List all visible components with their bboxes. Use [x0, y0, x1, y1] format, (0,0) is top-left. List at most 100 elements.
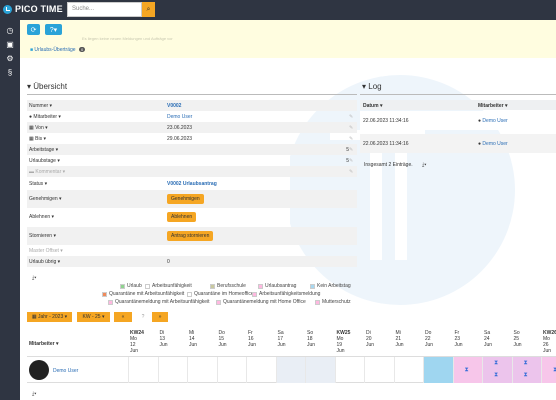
overview-row-label[interactable]: ● Mitarbeiter ▾	[27, 114, 167, 120]
overview-row-label[interactable]: ▦ Von ▾	[27, 125, 167, 131]
calendar-cell[interactable]: ⧗	[452, 357, 482, 383]
overview-row-label[interactable]: Arbeitstage ▾	[27, 147, 167, 153]
gear-icon[interactable]: ⚙	[5, 54, 15, 64]
calendar-cell[interactable]	[157, 357, 188, 383]
hourglass-icon: ⧗	[464, 367, 469, 373]
calendar-day-header: Sa 24 Jun	[484, 330, 493, 348]
overview-row: Nummer ▾ V0002	[27, 100, 357, 111]
edit-icon[interactable]: ✎	[349, 147, 357, 153]
calendar-cell[interactable]	[187, 357, 217, 383]
log-col-user[interactable]: Mitarbeiter ▾	[478, 103, 507, 109]
edit-icon[interactable]: ✎	[349, 125, 357, 131]
overview-row-label[interactable]: Ablehnen ▾	[27, 214, 167, 220]
year-select[interactable]: ▦ Jahr - 2023 ▾	[27, 312, 72, 322]
edit-icon[interactable]: ✎	[349, 114, 357, 120]
legend-swatch	[258, 283, 263, 289]
cancel-request-button[interactable]: Antrag stornieren	[167, 231, 214, 241]
refresh-icon: ⟳	[30, 26, 37, 34]
calendar-cell[interactable]	[128, 357, 158, 383]
overview-row: ▦ Von ▾ 23.06.2023 ✎	[27, 122, 357, 133]
legend-item: Kein Arbeitstag	[310, 283, 351, 289]
help-button[interactable]: ?▾	[45, 24, 62, 35]
overview-row-value: 0	[167, 258, 170, 265]
hourglass-icon: ⧗	[523, 372, 528, 378]
calendar-cell[interactable]	[393, 357, 424, 383]
clock-icon[interactable]: ◷	[5, 26, 15, 36]
overview-row-value: Genehmigen	[167, 194, 349, 204]
overview-row-value: 5	[346, 157, 349, 164]
log-user[interactable]: ● Demo User	[478, 141, 508, 147]
calendar-cell[interactable]	[216, 357, 247, 383]
approve-button[interactable]: Genehmigen	[167, 194, 204, 204]
edit-icon[interactable]: ✎	[349, 136, 357, 142]
legend-item: Berufsschule	[210, 283, 246, 289]
overview-row-value: 5	[346, 146, 349, 153]
calendar-row: Demo User ⧗ ⧗ ⧗ ⧗ ⧗ ⧗	[27, 356, 556, 383]
notice-text: Es liegen keine neuen Meldungen und Auft…	[82, 36, 173, 41]
legend-item: Urlaubsantrag	[258, 283, 296, 289]
avatar	[29, 360, 49, 380]
overview-row-label[interactable]: Status ▾	[27, 181, 167, 187]
calendar-day-header: Di 13 Jun	[159, 330, 168, 348]
download-icon[interactable]: ⤓▾	[422, 162, 426, 168]
legend-swatch	[210, 283, 215, 289]
log-date: 22.06.2023 11:34:16	[363, 117, 409, 124]
overview-row: ▦ Bis ▾ 29.06.2023 ✎	[27, 133, 357, 144]
log-col-date[interactable]: Datum ▾	[363, 103, 382, 109]
edit-icon[interactable]: ✎	[349, 158, 357, 164]
calendar-cell[interactable]: ⧗	[541, 357, 556, 383]
search-input[interactable]: Suche...	[67, 2, 142, 17]
calendar-day-header: So 18 Jun	[307, 330, 316, 348]
overview-row-label[interactable]: Stornieren ▾	[27, 233, 167, 239]
calendar-day-header: Do 15 Jun	[218, 330, 227, 348]
calendar-cell[interactable]	[305, 357, 335, 383]
calendar-cell[interactable]	[334, 357, 365, 383]
calendar-cell[interactable]	[423, 357, 453, 383]
calendar-cell[interactable]	[275, 357, 305, 383]
transfers-link[interactable]: ■ Urlaubs-Überträge 0	[30, 47, 86, 53]
log-title[interactable]: ▾ Log	[362, 82, 382, 91]
week-select[interactable]: KW - 25 ▾	[77, 312, 110, 322]
logo-text: PICO TIME	[15, 4, 63, 14]
overview-row: Urlaub übrig ▾ 0	[27, 256, 357, 267]
calendar-cell[interactable]: ⧗ ⧗	[511, 357, 541, 383]
search-icon: ⌕	[146, 5, 151, 13]
overview-row-label[interactable]: Urlaubstage ▾	[27, 158, 167, 164]
calendar-cell[interactable]: ⧗ ⧗	[482, 357, 512, 383]
help-button[interactable]: ?	[137, 312, 149, 322]
paragraph-icon[interactable]: §	[5, 68, 15, 78]
overview-row-label[interactable]: ▦ Bis ▾	[27, 136, 167, 142]
calendar-cell[interactable]	[246, 357, 276, 383]
refresh-button[interactable]: ⟳	[27, 24, 40, 35]
overview-row-label[interactable]: Genehmigen ▾	[27, 196, 167, 202]
legend-swatch	[187, 291, 192, 297]
calendar-header: Mitarbeiter ▾ KW24 Mo 12 Jun Di 13 Jun Mi 14 Jun D…	[27, 330, 556, 356]
employee-col-header[interactable]: Mitarbeiter ▾	[29, 341, 58, 347]
legend-item: Quarantänemeldung mit Home Office	[216, 299, 306, 305]
reject-button[interactable]: Ablehnen	[167, 212, 197, 222]
overview-row: Stornieren ▾ Antrag stornieren	[27, 227, 357, 245]
legend-item: Mutterschutz	[315, 299, 351, 305]
logo[interactable]: PICO TIME	[3, 4, 63, 14]
log-user[interactable]: ● Demo User	[478, 118, 508, 124]
overview-title[interactable]: ▾ Übersicht	[27, 82, 67, 91]
overview-row: Status ▾ V0002 Urlaubsantrag	[27, 178, 357, 189]
edit-icon[interactable]: ✎	[349, 169, 357, 175]
next-button[interactable]: »	[152, 312, 168, 322]
overview-row-value: Antrag stornieren	[167, 231, 349, 241]
calendar-cell[interactable]	[364, 357, 394, 383]
overview-row-label[interactable]: Master Offset ▾	[27, 248, 167, 254]
overview-divider	[27, 94, 357, 95]
prev-button[interactable]: «	[114, 312, 132, 322]
search-button[interactable]: ⌕	[142, 2, 155, 17]
download-icon[interactable]: ⤓▾	[32, 391, 36, 397]
hourglass-icon: ⧗	[494, 372, 499, 378]
download-icon[interactable]: ⤓▾	[32, 275, 36, 281]
overview-row-label[interactable]: Urlaub übrig ▾	[27, 259, 167, 265]
overview-row-label[interactable]: ▬ Kommentar ▾	[27, 169, 167, 175]
briefcase-icon[interactable]: ▣	[5, 40, 15, 50]
overview-row-label[interactable]: Nummer ▾	[27, 103, 167, 109]
hourglass-icon: ⧗	[523, 360, 528, 366]
calendar-user-link[interactable]: Demo User	[53, 368, 78, 374]
overview-row-value: 29.06.2023	[167, 135, 193, 142]
